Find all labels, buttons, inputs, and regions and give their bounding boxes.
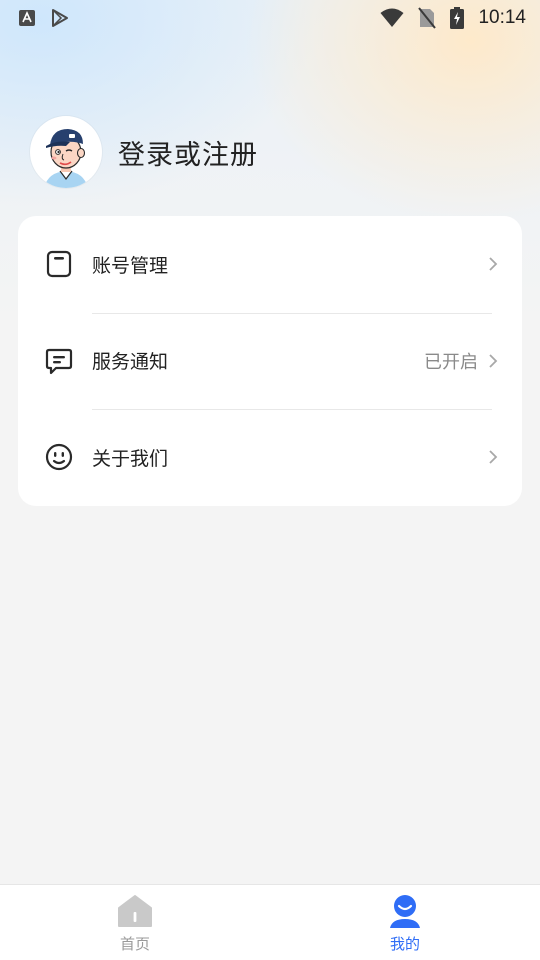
status-right: 10:14 (380, 7, 526, 29)
menu-item-about-us[interactable]: 关于我们 (44, 409, 500, 506)
avatar-cartoon-icon[interactable] (30, 116, 102, 188)
battery-charging-icon (450, 7, 465, 29)
nav-label: 我的 (389, 935, 420, 953)
status-time: 10:14 (478, 7, 526, 28)
wifi-icon (380, 8, 404, 28)
settings-menu-card: 账号管理 服务通知 已开启 关于我们 (18, 216, 522, 506)
smile-icon (44, 442, 74, 472)
person-icon (385, 891, 425, 931)
profile-header[interactable]: 登录或注册 (30, 116, 258, 188)
a-keyboard-icon (18, 9, 36, 27)
play-store-icon (50, 8, 70, 28)
nav-label: 首页 (119, 935, 150, 953)
status-bar: 10:14 (0, 0, 540, 36)
menu-item-label: 账号管理 (92, 254, 169, 277)
chevron-right-icon (486, 255, 500, 273)
message-icon (44, 346, 74, 376)
menu-item-value: 已开启 (424, 351, 478, 373)
menu-item-label: 服务通知 (92, 351, 169, 374)
no-sim-icon (418, 7, 437, 29)
menu-item-account-management[interactable]: 账号管理 (44, 216, 500, 313)
status-left (18, 8, 70, 28)
account-icon (44, 249, 74, 279)
chevron-right-icon (486, 448, 500, 466)
menu-item-service-notification[interactable]: 服务通知 已开启 (44, 312, 500, 410)
login-register-link[interactable]: 登录或注册 (118, 133, 258, 172)
home-icon (115, 891, 155, 931)
app-screen: 10:14 登录或注册 账号管理 服务通知 已开启 关于我们 首页 我的 (0, 0, 540, 960)
chevron-right-icon (486, 352, 500, 370)
nav-tab-mine[interactable]: 我的 (270, 885, 540, 960)
bottom-navigation: 首页 我的 (0, 884, 540, 960)
nav-tab-home[interactable]: 首页 (0, 885, 270, 960)
menu-item-label: 关于我们 (92, 447, 169, 470)
